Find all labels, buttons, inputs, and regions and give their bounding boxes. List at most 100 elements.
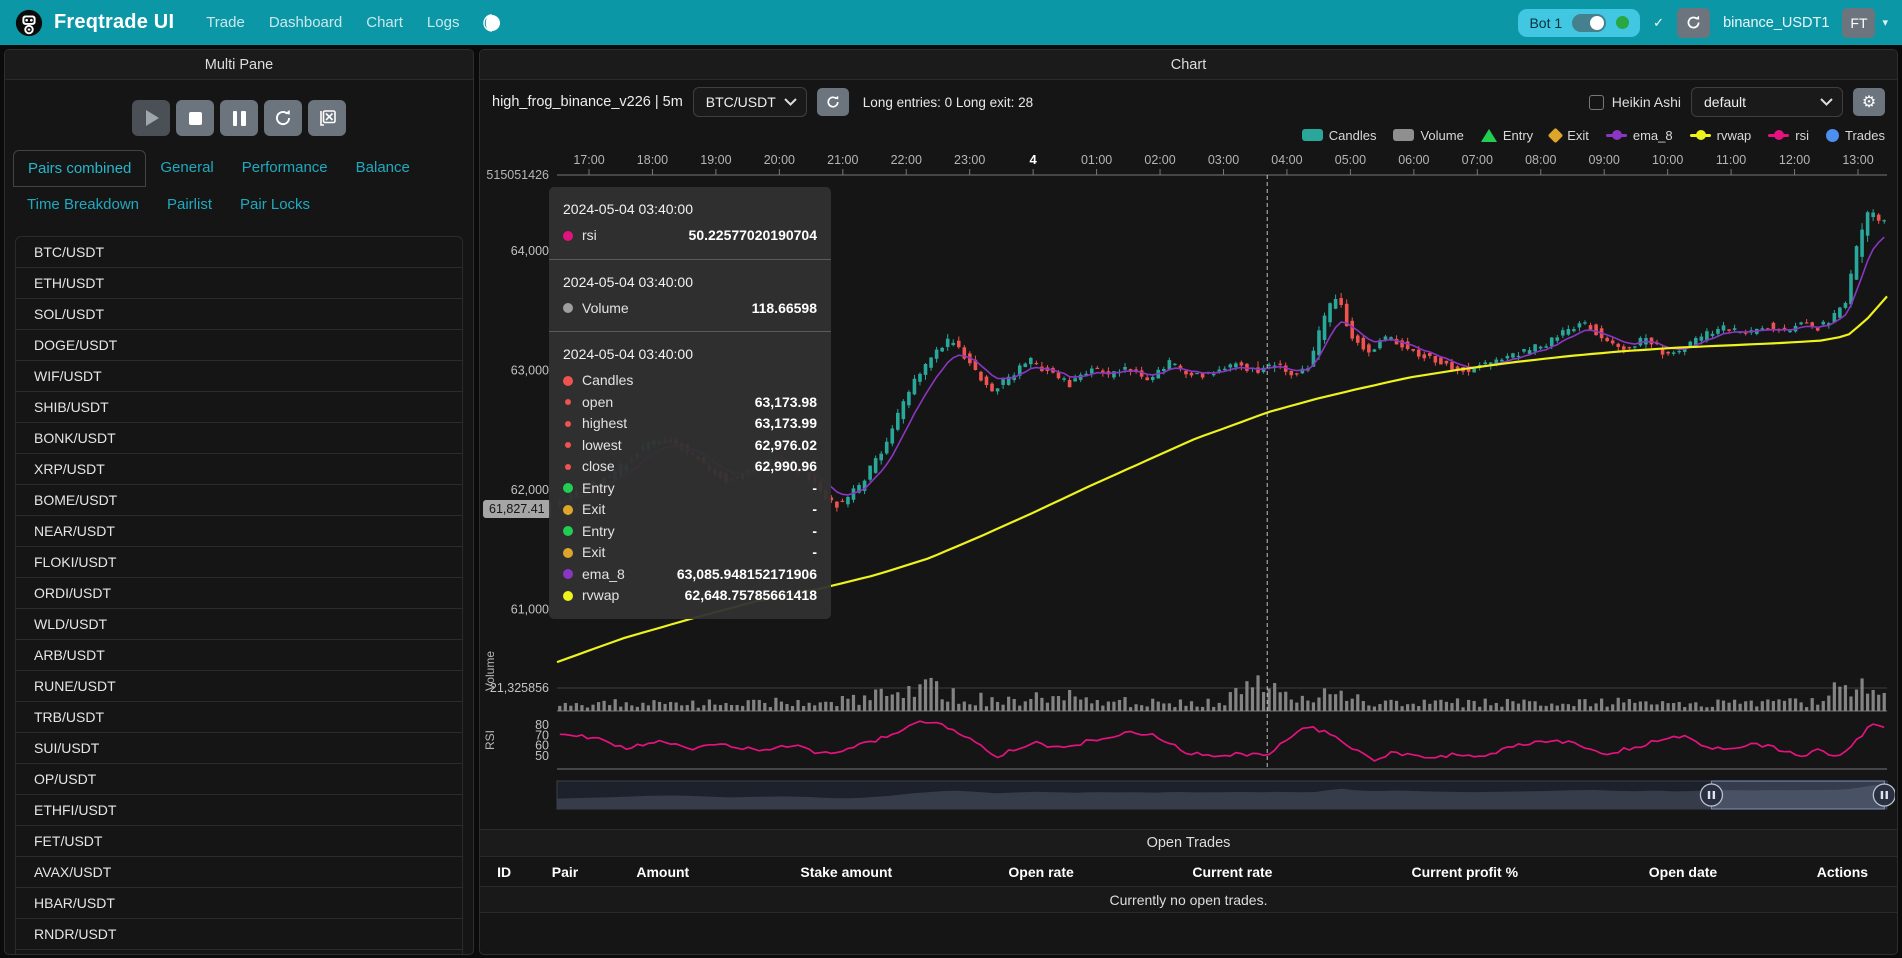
legend-label: Trades: [1845, 128, 1885, 143]
heikin-ashi-checkbox[interactable]: [1589, 95, 1604, 110]
tab-pairs-combined[interactable]: Pairs combined: [13, 150, 146, 187]
svg-text:4: 4: [1030, 152, 1038, 167]
pair-select[interactable]: BTC/USDT: [693, 87, 807, 117]
svg-text:10:00: 10:00: [1652, 153, 1683, 167]
freqtrade-logo-icon: [14, 8, 44, 38]
bot-toggle[interactable]: [1572, 14, 1606, 32]
legend-item-rvwap[interactable]: rvwap: [1690, 128, 1752, 143]
volume-series: 21,325856Volume: [483, 651, 1887, 711]
legend-label: Entry: [1503, 128, 1533, 143]
column-header-current-rate: Current rate: [1113, 864, 1351, 880]
svg-text:09:00: 09:00: [1589, 153, 1620, 167]
column-header-id: ID: [480, 864, 528, 880]
legend-item-ema_8[interactable]: ema_8: [1606, 128, 1673, 143]
svg-text:08:00: 08:00: [1525, 153, 1556, 167]
pair-item-wif[interactable]: WIF/USDT: [16, 361, 462, 392]
pair-item-btc[interactable]: BTC/USDT: [16, 237, 462, 268]
plot-settings-button[interactable]: ⚙: [1853, 88, 1885, 116]
column-header-amount: Amount: [602, 864, 724, 880]
chart-body: 17:0018:0019:0020:0021:0022:0023:00401:0…: [480, 146, 1897, 821]
volume-pane-label: Volume: [483, 651, 497, 691]
nav-item-logs[interactable]: Logs: [427, 14, 460, 31]
svg-text:06:00: 06:00: [1398, 153, 1429, 167]
legend-item-entry[interactable]: Entry: [1481, 128, 1533, 143]
volume-dot-icon: [563, 303, 573, 313]
pair-item-ordi[interactable]: ORDI/USDT: [16, 578, 462, 609]
user-avatar[interactable]: FT: [1842, 8, 1875, 38]
ema_8-dot-icon: [563, 569, 573, 579]
pair-item-rndr[interactable]: RNDR/USDT: [16, 919, 462, 950]
pair-item-rune[interactable]: RUNE/USDT: [16, 671, 462, 702]
plot-config-select[interactable]: default: [1691, 87, 1843, 117]
legend-item-trades[interactable]: Trades: [1826, 128, 1885, 143]
tooltip-value: -: [812, 542, 817, 564]
pair-item-eth[interactable]: ETH/USDT: [16, 268, 462, 299]
tab-pairlist[interactable]: Pairlist: [153, 187, 226, 222]
pair-item-floki[interactable]: FLOKI/USDT: [16, 547, 462, 578]
price-axis: 64,00063,00062,00061,000: [511, 244, 549, 617]
pair-item-sol[interactable]: SOL/USDT: [16, 299, 462, 330]
svg-text:02:00: 02:00: [1144, 153, 1175, 167]
tooltip-timestamp: 2024-05-04 03:40:00: [563, 344, 817, 365]
svg-text:23:00: 23:00: [954, 153, 985, 167]
tab-performance[interactable]: Performance: [228, 150, 342, 187]
tooltip-row-candles: Candles: [563, 370, 817, 392]
tooltip-label: close: [582, 456, 615, 478]
pair-item-doge[interactable]: DOGE/USDT: [16, 330, 462, 361]
tab-general[interactable]: General: [146, 150, 227, 187]
pair-item-ar[interactable]: AR/USDT: [16, 950, 462, 955]
pause-button[interactable]: [220, 100, 258, 136]
pair-item-arb[interactable]: ARB/USDT: [16, 640, 462, 671]
pair-item-near[interactable]: NEAR/USDT: [16, 516, 462, 547]
reload-bot-button[interactable]: [1677, 8, 1710, 38]
avatar-caret-icon[interactable]: ▾: [1882, 16, 1888, 29]
pair-item-avax[interactable]: AVAX/USDT: [16, 857, 462, 888]
clear-chart-button[interactable]: [308, 100, 346, 136]
entry-dot-icon: [563, 483, 573, 493]
tooltip-value: 62,990.96: [755, 456, 817, 478]
tab-pair-locks[interactable]: Pair Locks: [226, 187, 324, 222]
bot-online-dot: [1616, 16, 1629, 29]
stop-button[interactable]: [176, 100, 214, 136]
pair-item-trb[interactable]: TRB/USDT: [16, 702, 462, 733]
legend-item-volume[interactable]: Volume: [1393, 128, 1463, 143]
tooltip-row-exit: Exit-: [563, 542, 817, 564]
tooltip-label: Volume: [582, 298, 629, 320]
pair-item-sui[interactable]: SUI/USDT: [16, 733, 462, 764]
reload-button[interactable]: [264, 100, 302, 136]
pair-item-op[interactable]: OP/USDT: [16, 764, 462, 795]
nav-item-dashboard[interactable]: Dashboard: [269, 14, 342, 31]
pair-item-ethfi[interactable]: ETHFI/USDT: [16, 795, 462, 826]
legend-item-exit[interactable]: Exit: [1550, 128, 1589, 143]
refresh-chart-button[interactable]: [817, 88, 849, 116]
navigator-handle[interactable]: [1700, 784, 1722, 806]
theme-toggle-icon[interactable]: [483, 14, 501, 32]
svg-text:19:00: 19:00: [700, 153, 731, 167]
svg-text:03:00: 03:00: [1208, 153, 1239, 167]
tab-balance[interactable]: Balance: [342, 150, 424, 187]
bot-selector[interactable]: Bot 1: [1518, 9, 1640, 37]
nav-item-trade[interactable]: Trade: [206, 14, 245, 31]
tab-time-breakdown[interactable]: Time Breakdown: [13, 187, 153, 222]
tooltip-value: 63,173.98: [755, 392, 817, 414]
entry-dot-icon: [563, 526, 573, 536]
play-button[interactable]: [132, 100, 170, 136]
pair-item-wld[interactable]: WLD/USDT: [16, 609, 462, 640]
navigator-selected-window[interactable]: [1711, 781, 1884, 809]
navigator-handle[interactable]: [1873, 784, 1895, 806]
pair-item-bonk[interactable]: BONK/USDT: [16, 423, 462, 454]
pair-item-bome[interactable]: BOME/USDT: [16, 485, 462, 516]
tooltip-value: -: [812, 478, 817, 500]
rsi-dot-icon: [563, 231, 573, 241]
legend-item-candles[interactable]: Candles: [1302, 128, 1377, 143]
nav-item-chart[interactable]: Chart: [366, 14, 403, 31]
legend-item-rsi[interactable]: rsi: [1768, 128, 1809, 143]
navigator[interactable]: [557, 781, 1895, 809]
pair-item-hbar[interactable]: HBAR/USDT: [16, 888, 462, 919]
svg-text:21:00: 21:00: [827, 153, 858, 167]
pair-item-fet[interactable]: FET/USDT: [16, 826, 462, 857]
pair-item-xrp[interactable]: XRP/USDT: [16, 454, 462, 485]
pair-item-shib[interactable]: SHIB/USDT: [16, 392, 462, 423]
svg-text:05:00: 05:00: [1335, 153, 1366, 167]
refresh-icon: [274, 109, 292, 127]
